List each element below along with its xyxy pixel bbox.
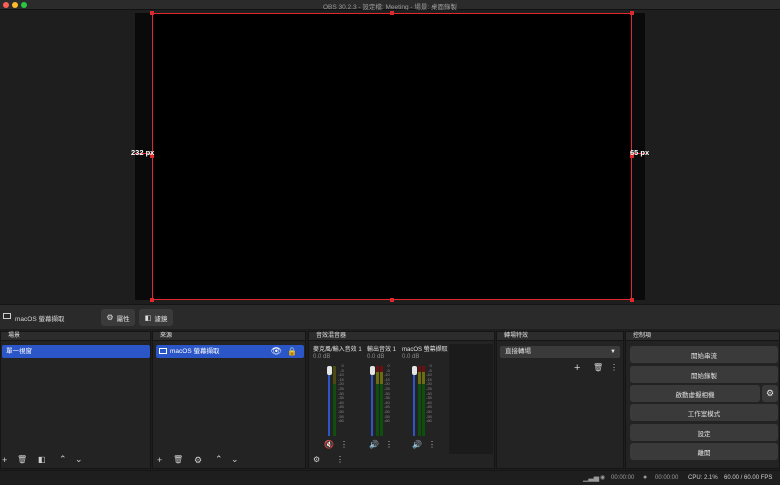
audio-mixer-dock: 音效混音器 麥克風/輸入音效 1 0.0 dB 0 -5 -10 -15 -20 -25-… <box>308 331 495 469</box>
volume-slider[interactable] <box>326 366 332 436</box>
eye-icon[interactable]: 👁 <box>271 345 282 358</box>
settings-button[interactable]: 設定 <box>630 424 778 441</box>
speaker-icon[interactable]: 🔊 <box>412 441 422 449</box>
channel-name: 輸出音效 1 <box>367 347 397 353</box>
move-up-icon[interactable]: ⌃ <box>215 455 223 464</box>
add-icon[interactable]: + <box>157 456 162 465</box>
exit-button[interactable]: 離開 <box>630 443 778 460</box>
properties-label: 屬性 <box>116 315 130 323</box>
filters-button[interactable]: ◧ 濾鏡 <box>139 309 173 326</box>
signal-bars-icon: ▁▃▅ <box>583 475 600 482</box>
virtual-camera-settings-button[interactable]: ⚙ <box>762 385 778 402</box>
resize-handle[interactable] <box>630 298 634 302</box>
transitions-title: 轉場特效 <box>497 332 623 341</box>
gear-icon[interactable]: ⚙ <box>194 456 202 465</box>
add-icon[interactable]: + <box>2 456 7 465</box>
speaker-icon[interactable]: 🔊 <box>369 441 379 449</box>
move-down-icon[interactable]: ⌄ <box>231 455 239 464</box>
resize-handle[interactable] <box>630 11 634 15</box>
gear-icon: ⚙ <box>106 313 114 322</box>
lock-icon[interactable]: 🔒 <box>287 345 297 358</box>
transition-select-value: 直接轉場 <box>505 348 531 355</box>
chevron-down-icon: ▼ <box>610 349 616 355</box>
level-meter <box>333 366 336 436</box>
muted-speaker-icon[interactable]: 🔇 <box>324 441 334 449</box>
level-meter <box>376 366 379 436</box>
filter-icon[interactable]: ◧ <box>38 456 46 464</box>
trash-icon[interactable]: 🗑 <box>17 456 27 464</box>
more-options-icon[interactable]: ⋮ <box>428 441 436 449</box>
status-bar: ▁▃▅ ◉ 00:00:00 ● 00:00:00 CPU: 2.1% 60.0… <box>0 470 780 485</box>
start-virtual-camera-button[interactable]: 啟動虛擬相機 <box>630 385 760 402</box>
volume-slider[interactable] <box>411 366 417 436</box>
filter-icon: ◧ <box>144 314 152 322</box>
scenes-dock: 場景 單一視窗 + 🗑 ◧ ⌃ ⌄ <box>0 331 151 469</box>
source-item[interactable]: macOS 螢幕擷取 👁 🔒 <box>156 345 304 358</box>
add-icon[interactable]: + <box>574 363 580 374</box>
source-context-bar: macOS 螢幕擷取 ⚙ 屬性 ◧ 濾鏡 <box>0 304 780 329</box>
properties-button[interactable]: ⚙ 屬性 <box>101 309 135 326</box>
more-options-icon[interactable]: ⋮ <box>385 441 393 449</box>
right-margin-label: 65 px <box>630 148 650 157</box>
channel-name: macOS 螢幕擷取 <box>402 347 448 353</box>
source-item-label: macOS 螢幕擷取 <box>170 348 220 355</box>
cpu-usage: CPU: 2.1% <box>688 475 718 481</box>
scene-item[interactable]: 單一視窗 <box>2 345 150 358</box>
more-options-icon[interactable]: ⋮ <box>336 456 344 464</box>
more-options-icon[interactable]: ⋮ <box>340 441 348 449</box>
mixer-empty-area <box>449 344 493 454</box>
volume-slider[interactable] <box>369 366 375 436</box>
move-down-icon[interactable]: ⌄ <box>75 455 83 464</box>
left-margin-label: 232 px <box>131 148 155 157</box>
title-bar: OBS 30.2.3 - 設定檔: Meeting - 場景: 桌面錄製 <box>0 0 780 11</box>
sources-dock: 來源 macOS 螢幕擷取 👁 🔒 + 🗑 ⚙ ⌃ ⌄ <box>152 331 306 469</box>
fps-readout: 60.00 / 60.00 FPS <box>724 475 773 481</box>
resize-handle[interactable] <box>390 11 394 15</box>
filters-label: 濾鏡 <box>154 315 168 323</box>
resize-handle[interactable] <box>150 298 154 302</box>
transition-select[interactable]: 直接轉場 ▼ <box>500 346 620 358</box>
scenes-title: 場景 <box>1 332 150 341</box>
gear-icon: ⚙ <box>765 388 775 398</box>
channel-db: 0.0 dB <box>402 354 420 360</box>
trash-icon[interactable]: 🗑 <box>173 456 183 464</box>
controls-dock: 控制項 開始串流 開始錄製 啟動虛擬相機 ⚙ 工作室模式 設定 離開 <box>625 331 780 469</box>
db-scale: 0 -5 -10 -15 -20 -25 -30 -35 -40 -45 -50 -55 -60 <box>384 363 390 424</box>
channel-name: 麥克風/輸入音效 1 <box>313 347 362 353</box>
monitor-icon <box>3 313 11 319</box>
record-icon: ● <box>643 474 648 481</box>
start-recording-button[interactable]: 開始錄製 <box>630 366 778 383</box>
studio-mode-button[interactable]: 工作室模式 <box>630 404 778 421</box>
monitor-icon <box>159 348 167 354</box>
level-meter <box>380 366 383 436</box>
stream-time: 00:00:00 <box>611 475 635 481</box>
source-bounding-box[interactable] <box>150 11 634 302</box>
more-options-icon[interactable]: ⋮ <box>610 364 618 372</box>
level-meter <box>422 366 425 436</box>
resize-handle[interactable] <box>390 298 394 302</box>
db-scale: 0 -5 -10 -15 -20 -25 -30 -35 -40 -45 -50 -55 -60 <box>426 363 432 424</box>
mixer-title: 音效混音器 <box>309 332 494 341</box>
channel-db: 0.0 dB <box>367 354 385 360</box>
level-meter <box>418 366 421 436</box>
resize-handle[interactable] <box>150 11 154 15</box>
record-time: 00:00:00 <box>655 475 679 481</box>
channel-db: 0.0 dB <box>313 354 331 360</box>
selected-source-name: macOS 螢幕擷取 <box>15 316 65 323</box>
trash-icon[interactable]: 🗑 <box>593 364 603 372</box>
transitions-dock: 轉場特效 直接轉場 ▼ + 🗑 ⋮ <box>496 331 624 469</box>
move-up-icon[interactable]: ⌃ <box>59 455 67 464</box>
stream-icon: ◉ <box>600 475 606 481</box>
start-streaming-button[interactable]: 開始串流 <box>630 346 778 363</box>
mixer-settings-icon[interactable]: ⚙ <box>313 456 320 464</box>
controls-title: 控制項 <box>626 332 779 341</box>
sources-title: 來源 <box>153 332 305 341</box>
db-scale: 0 -5 -10 -15 -20 -25 -30 -35 -40 -45 -50 -55 -60 <box>338 363 344 424</box>
